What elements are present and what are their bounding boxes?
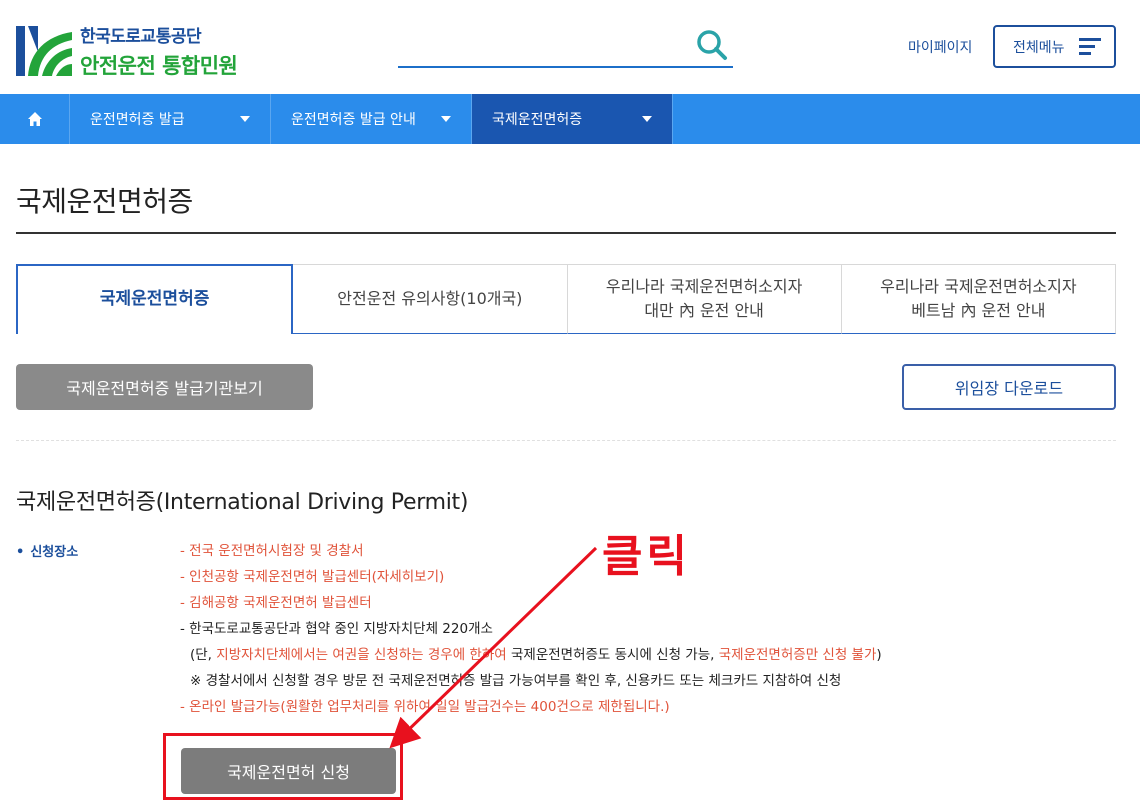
home-icon [27, 112, 42, 126]
mypage-link[interactable]: 마이페이지 [908, 37, 972, 57]
nav-home-button[interactable] [0, 94, 70, 144]
list-item-note: ※ 경찰서에서 신청할 경우 방문 전 국제운전면허증 발급 가능여부를 확인 … [190, 673, 842, 689]
tab-label-line1: 우리나라 국제운전면허소지자 [880, 277, 1077, 296]
annotation-click-label: 클릭 [602, 531, 691, 582]
nav-item-license-guide[interactable]: 운전면허증 발급 안내 [271, 94, 472, 144]
header: 한국도로교통공단 안전운전 통합민원 마이페이지 전체메뉴 [0, 0, 1140, 94]
nav-item-label: 운전면허증 발급 안내 [291, 112, 416, 128]
tab-safety-notes[interactable]: 안전운전 유의사항(10개국) [293, 264, 568, 334]
search-icon[interactable] [695, 28, 729, 62]
logo-mark-icon [16, 26, 72, 76]
full-menu-button[interactable]: 전체메뉴 [993, 25, 1116, 68]
tab-label: 국제운전면허증 [99, 289, 210, 310]
section-title: 국제운전면허증(International Driving Permit) [16, 490, 469, 515]
content-tabs: 국제운전면허증 안전운전 유의사항(10개국) 우리나라 국제운전면허소지자 대… [16, 264, 1116, 334]
search-input[interactable] [398, 26, 688, 64]
search-bar [398, 26, 733, 68]
hamburger-icon [1079, 38, 1101, 56]
apply-place-label: • 신청장소 [16, 545, 79, 560]
bullet-icon: • [16, 545, 25, 560]
list-item: - 한국도로교통공단과 협약 중인 지방자치단체 220개소 [180, 621, 493, 637]
tab-label-line2: 대만 內 운전 안내 [644, 301, 764, 320]
list-item: - 전국 운전면허시험장 및 경찰서 [180, 543, 364, 559]
tab-label-line2: 베트남 內 운전 안내 [911, 301, 1046, 320]
tab-label: 안전운전 유의사항(10개국) [337, 289, 523, 308]
nav-item-label: 운전면허증 발급 [90, 112, 185, 128]
tab-label-line1: 우리나라 국제운전면허소지자 [605, 277, 803, 296]
main-nav: 운전면허증 발급 운전면허증 발급 안내 국제운전면허증 [0, 94, 1140, 144]
full-menu-label: 전체메뉴 [1013, 39, 1065, 56]
tab-international-license[interactable]: 국제운전면허증 [16, 264, 294, 334]
apply-international-license-button[interactable]: 국제운전면허 신청 [181, 748, 396, 794]
caret-down-icon [441, 116, 451, 122]
list-item-note: (단, 지방자치단체에서는 여권을 신청하는 경우에 한하여 국제운전면허증도 … [190, 647, 882, 663]
logo-org-name: 한국도로교통공단 [80, 27, 202, 47]
caret-down-icon [240, 116, 250, 122]
view-issuers-button[interactable]: 국제운전면허증 발급기관보기 [16, 364, 313, 410]
tab-taiwan-guide[interactable]: 우리나라 국제운전면허소지자 대만 內 운전 안내 [567, 264, 842, 334]
list-item-incheon-link[interactable]: - 인천공항 국제운전면허 발급센터(자세히보기) [180, 564, 882, 590]
site-logo[interactable]: 한국도로교통공단 안전운전 통합민원 [16, 22, 238, 80]
download-proxy-form-button[interactable]: 위임장 다운로드 [902, 364, 1116, 410]
nav-item-international-license[interactable]: 국제운전면허증 [472, 94, 673, 144]
apply-place-list: - 전국 운전면허시험장 및 경찰서 - 인천공항 국제운전면허 발급센터(자세… [180, 538, 882, 720]
list-item: - 온라인 발급가능(원활한 업무처리를 위하여 일일 발급건수는 400건으로… [180, 699, 670, 715]
section-divider [16, 440, 1116, 441]
list-item: - 김해공항 국제운전면허 발급센터 [180, 595, 372, 611]
nav-item-label: 국제운전면허증 [492, 112, 583, 128]
caret-down-icon [642, 116, 652, 122]
nav-item-license-issue[interactable]: 운전면허증 발급 [70, 94, 271, 144]
logo-service-name: 안전운전 통합민원 [80, 54, 238, 78]
tab-vietnam-guide[interactable]: 우리나라 국제운전면허소지자 베트남 內 운전 안내 [841, 264, 1116, 334]
page-title: 국제운전면허증 [16, 185, 193, 218]
title-divider [16, 232, 1116, 234]
